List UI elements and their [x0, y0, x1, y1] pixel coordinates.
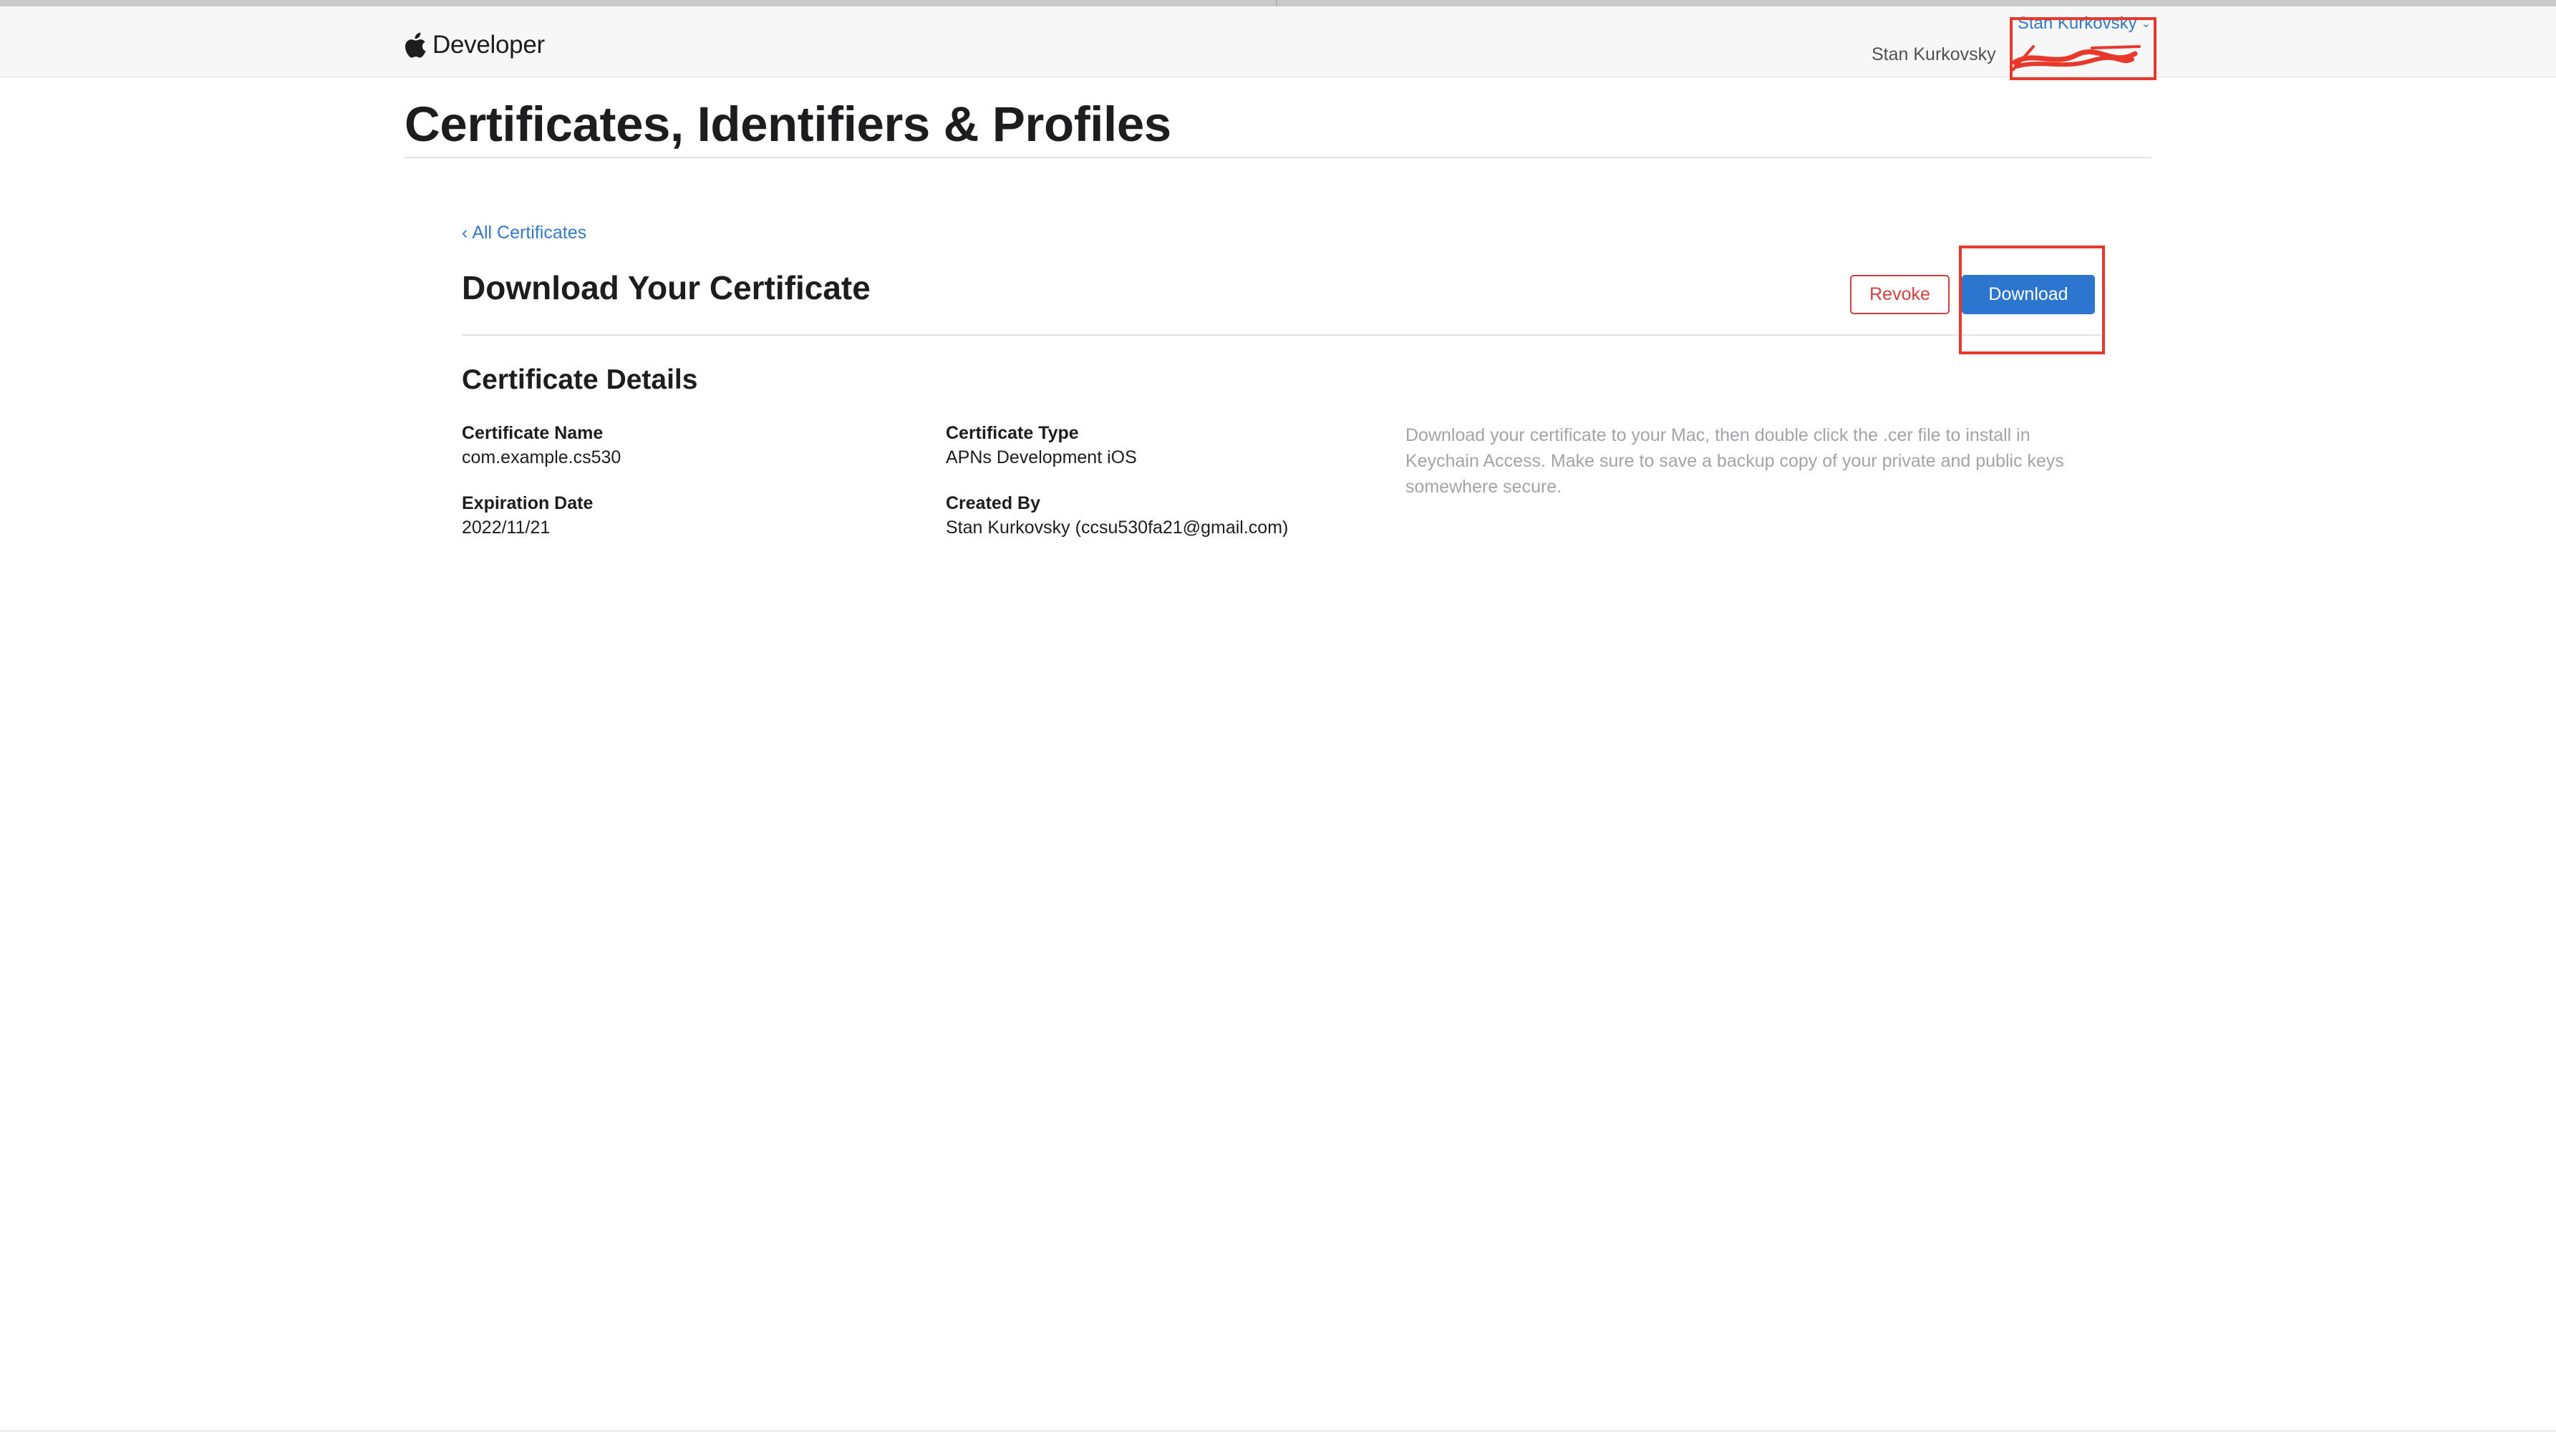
- expiration-date-field: Expiration Date 2022/11/21: [462, 492, 593, 539]
- team-name: Stan Kurkovsky: [1872, 44, 1996, 65]
- certificate-name-label: Certificate Name: [462, 423, 604, 443]
- brand-link[interactable]: Developer: [405, 24, 545, 66]
- certificate-type-value: APNs Development iOS: [946, 447, 1137, 467]
- site-header: Developer Stan Kurkovsky ⌄ Stan Kurkovsk…: [0, 6, 2556, 77]
- expiration-date-value: 2022/11/21: [462, 518, 551, 538]
- revoke-button[interactable]: Revoke: [1850, 275, 1950, 314]
- certificate-name-value: com.example.cs530: [462, 447, 621, 467]
- download-button[interactable]: Download: [1962, 275, 2095, 314]
- split-view-divider: [1276, 0, 1277, 6]
- download-instructions: Download your certificate to your Mac, t…: [1405, 425, 2064, 497]
- certificate-details-title: Certificate Details: [462, 364, 698, 395]
- browser-top-strip: [0, 0, 2556, 6]
- all-certificates-link[interactable]: ‹ All Certificates: [462, 223, 586, 243]
- title-divider: [405, 157, 2151, 158]
- brand-label: Developer: [432, 31, 545, 59]
- page-title: Certificates, Identifiers & Profiles: [405, 97, 1171, 152]
- created-by-field: Created By Stan Kurkovsky (ccsu530fa21@g…: [946, 492, 1288, 539]
- redaction-scribble: [2012, 45, 2141, 71]
- created-by-value: Stan Kurkovsky (ccsu530fa21@gmail.com): [946, 518, 1289, 538]
- created-by-label: Created By: [946, 493, 1040, 513]
- certificate-type-field: Certificate Type APNs Development iOS: [946, 422, 1137, 469]
- section-title: Download Your Certificate: [462, 269, 871, 306]
- certificate-name-field: Certificate Name com.example.cs530: [462, 422, 621, 469]
- apple-logo-icon: [405, 32, 427, 58]
- certificate-type-label: Certificate Type: [946, 423, 1079, 443]
- bottom-divider: [0, 1430, 2556, 1432]
- chevron-down-icon: ⌄: [2141, 18, 2151, 30]
- chevron-left-icon: ‹: [462, 223, 468, 243]
- account-menu[interactable]: Stan Kurkovsky ⌄: [2018, 14, 2151, 34]
- team-name-label: Stan Kurkovsky: [1872, 44, 1996, 64]
- section-divider: [462, 334, 2101, 336]
- expiration-date-label: Expiration Date: [462, 493, 594, 513]
- all-certificates-label: All Certificates: [472, 223, 587, 243]
- account-name: Stan Kurkovsky: [2017, 14, 2137, 33]
